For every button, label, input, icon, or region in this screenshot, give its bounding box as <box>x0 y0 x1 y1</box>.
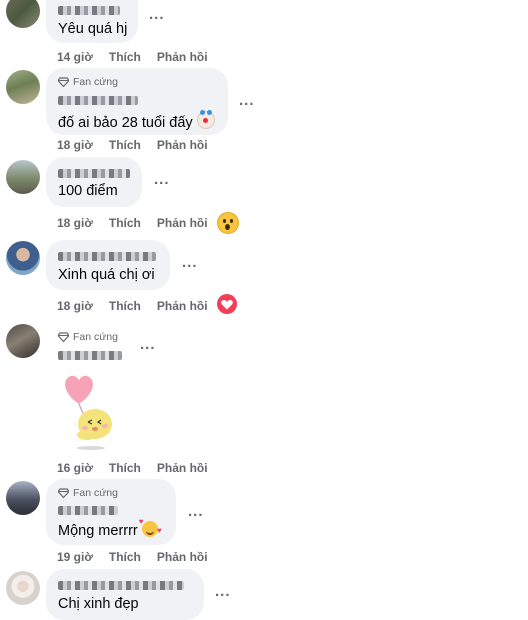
avatar[interactable] <box>6 324 40 358</box>
like-button[interactable]: Thích <box>109 550 141 564</box>
timestamp[interactable]: 19 giờ <box>57 550 93 564</box>
timestamp[interactable]: 18 giờ <box>57 299 93 313</box>
commenter-name[interactable] <box>58 96 138 105</box>
avatar[interactable] <box>6 0 40 28</box>
more-options-icon[interactable]: ... <box>188 503 204 520</box>
avatar[interactable] <box>6 70 40 104</box>
comment-text: Chị xinh đẹp <box>58 596 139 612</box>
like-button[interactable]: Thích <box>109 50 141 64</box>
comment-actions: 16 giờ Thích Phản hồi <box>57 461 208 475</box>
commenter-name[interactable] <box>58 506 118 515</box>
avatar[interactable] <box>6 481 40 515</box>
comment-bubble: Fan cứng Mộng merrrr ♥ ♥ <box>46 479 176 545</box>
commenter-name[interactable] <box>58 351 122 360</box>
badge-label: Fan cứng <box>73 487 118 499</box>
commenter-name[interactable] <box>58 6 120 15</box>
reply-button[interactable]: Phản hồi <box>157 461 208 475</box>
more-options-icon[interactable]: ... <box>182 254 198 271</box>
comment-bubble: Xinh quá chị ơi <box>46 240 170 290</box>
clown-face-icon <box>196 110 215 129</box>
timestamp[interactable]: 18 giờ <box>57 216 93 230</box>
comment-actions: 14 giờ Thích Phản hồi <box>57 50 208 64</box>
heart-balloon-chick-sticker[interactable] <box>57 372 127 452</box>
heart-icon <box>221 299 233 309</box>
reply-button[interactable]: Phản hồi <box>157 299 208 313</box>
comment-text: 100 điểm <box>58 183 118 199</box>
fan-badge[interactable]: Fan cứng <box>58 331 118 343</box>
avatar[interactable] <box>6 160 40 194</box>
commenter-name[interactable] <box>58 252 156 261</box>
comment-bubble: 100 điểm <box>46 157 142 207</box>
comment-actions: 18 giờ Thích Phản hồi <box>57 138 208 152</box>
timestamp[interactable]: 18 giờ <box>57 138 93 152</box>
comment-text: Yêu quá hj <box>58 21 128 37</box>
reply-button[interactable]: Phản hồi <box>157 550 208 564</box>
timestamp[interactable]: 14 giờ <box>57 50 93 64</box>
like-button[interactable]: Thích <box>109 216 141 230</box>
comment-bubble: Yêu quá hj <box>46 0 138 43</box>
more-options-icon[interactable]: ... <box>239 92 255 109</box>
comment-actions: 18 giờ Thích Phản hồi <box>57 216 208 230</box>
wow-reaction-icon[interactable] <box>217 212 239 234</box>
more-options-icon[interactable]: ... <box>149 6 165 23</box>
comment-text: đố ai bảo 28 tuổi đấy <box>58 110 215 131</box>
commenter-name[interactable] <box>58 581 184 590</box>
reply-button[interactable]: Phản hồi <box>157 50 208 64</box>
timestamp[interactable]: 16 giờ <box>57 461 93 475</box>
avatar[interactable] <box>6 571 40 605</box>
badge-label: Fan cứng <box>73 76 118 88</box>
diamond-icon <box>58 77 69 87</box>
more-options-icon[interactable]: ... <box>215 583 231 600</box>
comment-actions: 18 giờ Thích Phản hồi <box>57 299 208 313</box>
diamond-icon <box>58 488 69 498</box>
comment-text: Xinh quá chị ơi <box>58 267 155 283</box>
more-options-icon[interactable]: ... <box>154 171 170 188</box>
comment-text: Mộng merrrr ♥ ♥ <box>58 517 162 540</box>
diamond-icon <box>58 332 69 342</box>
smiling-face-with-hearts-icon: ♥ ♥ <box>138 517 162 537</box>
like-button[interactable]: Thích <box>109 299 141 313</box>
reply-button[interactable]: Phản hồi <box>157 216 208 230</box>
comment-actions: 19 giờ Thích Phản hồi <box>57 550 208 564</box>
fan-badge[interactable]: Fan cứng <box>58 76 118 88</box>
more-options-icon[interactable]: ... <box>140 336 156 353</box>
love-reaction-icon[interactable] <box>217 294 237 314</box>
reply-button[interactable]: Phản hồi <box>157 138 208 152</box>
fan-badge[interactable]: Fan cứng <box>58 487 118 499</box>
comment-bubble: Chị xinh đẹp <box>46 569 204 620</box>
commenter-name[interactable] <box>58 169 130 178</box>
comment-bubble: Fan cứng đố ai bảo 28 tuổi đấy <box>46 68 228 135</box>
like-button[interactable]: Thích <box>109 138 141 152</box>
avatar[interactable] <box>6 241 40 275</box>
badge-label: Fan cứng <box>73 331 118 343</box>
like-button[interactable]: Thích <box>109 461 141 475</box>
